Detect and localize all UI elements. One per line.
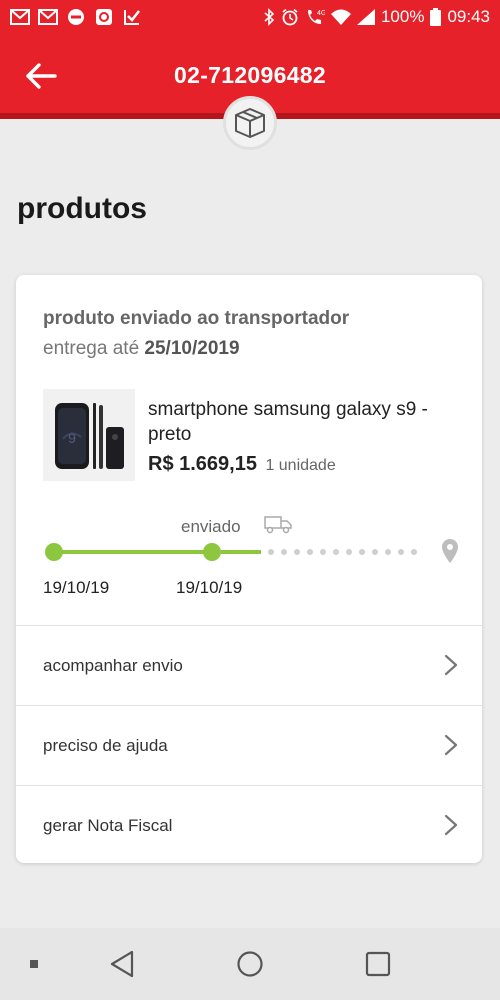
- shipment-status: produto enviado ao transportador: [43, 308, 350, 329]
- product-quantity: 1 unidade: [265, 457, 336, 474]
- shipment-tracker: enviado 19/10/19 19/10/19: [16, 510, 482, 600]
- need-help-label: preciso de ajuda: [43, 735, 168, 755]
- pending-dots: [268, 549, 417, 555]
- step-date-shipped: 19/10/19: [176, 578, 243, 597]
- battery-icon: [430, 7, 442, 26]
- order-number-title: 02-712096482: [174, 62, 326, 88]
- nav-recents-button[interactable]: [360, 946, 396, 982]
- price-row: R$ 1.669,15 1 unidade: [148, 453, 336, 476]
- delivery-estimate: entrega até 25/10/2019: [43, 338, 240, 360]
- nav-back-button[interactable]: [104, 948, 140, 980]
- app-notification-icon: [94, 8, 114, 26]
- clock-time: 09:43: [447, 6, 490, 26]
- progress-segment: [54, 550, 214, 554]
- system-nav-bar: [0, 928, 500, 1000]
- gmail-icon: [38, 8, 58, 26]
- nav-menu-dot[interactable]: [26, 956, 42, 972]
- track-shipment-row[interactable]: acompanhar envio: [16, 625, 482, 705]
- square-recents-icon: [365, 951, 391, 977]
- truck-icon: [264, 516, 292, 534]
- chevron-right-icon: [444, 814, 458, 836]
- signal-icon: [356, 8, 375, 25]
- product-price: R$ 1.669,15: [148, 453, 257, 475]
- battery-level: 100%: [380, 6, 425, 26]
- nav-home-button[interactable]: [232, 946, 268, 982]
- bluetooth-icon: [263, 7, 275, 26]
- tracker-current-label: enviado: [181, 517, 241, 536]
- circle-home-icon: [237, 951, 263, 977]
- step-dot-shipped: [203, 543, 221, 561]
- delivery-prefix: entrega até: [43, 338, 140, 359]
- do-not-disturb-icon: [66, 8, 86, 26]
- alarm-icon: [281, 8, 299, 26]
- need-help-row[interactable]: preciso de ajuda: [16, 705, 482, 785]
- progress-segment: [221, 550, 261, 554]
- chevron-right-icon: [444, 654, 458, 676]
- step-date-ordered: 19/10/19: [43, 578, 110, 597]
- volte-call-icon: 4G: [305, 8, 325, 26]
- package-badge: [223, 96, 277, 150]
- svg-text:4G: 4G: [317, 10, 325, 17]
- step-dot-ordered: [45, 543, 63, 561]
- chevron-right-icon: [444, 734, 458, 756]
- triangle-back-icon: [110, 950, 134, 978]
- wifi-icon: [330, 9, 351, 25]
- gmail-icon: [10, 8, 30, 26]
- svg-text:9: 9: [68, 430, 76, 446]
- generate-invoice-label: gerar Nota Fiscal: [43, 815, 173, 835]
- package-box-icon: [235, 108, 265, 138]
- check-notification-icon: [122, 8, 142, 26]
- generate-invoice-row[interactable]: gerar Nota Fiscal: [16, 785, 482, 863]
- delivery-date: 25/10/2019: [144, 338, 240, 359]
- destination-pin-icon: [442, 539, 458, 563]
- track-shipment-label: acompanhar envio: [43, 655, 183, 675]
- section-title: produtos: [17, 192, 147, 225]
- product-name: smartphone samsung galaxy s9 - preto: [148, 399, 428, 445]
- status-bar: 4G 100% 09:43: [0, 0, 500, 33]
- order-card: produto enviado ao transportador entrega…: [16, 275, 482, 863]
- product-image: 9: [43, 389, 135, 481]
